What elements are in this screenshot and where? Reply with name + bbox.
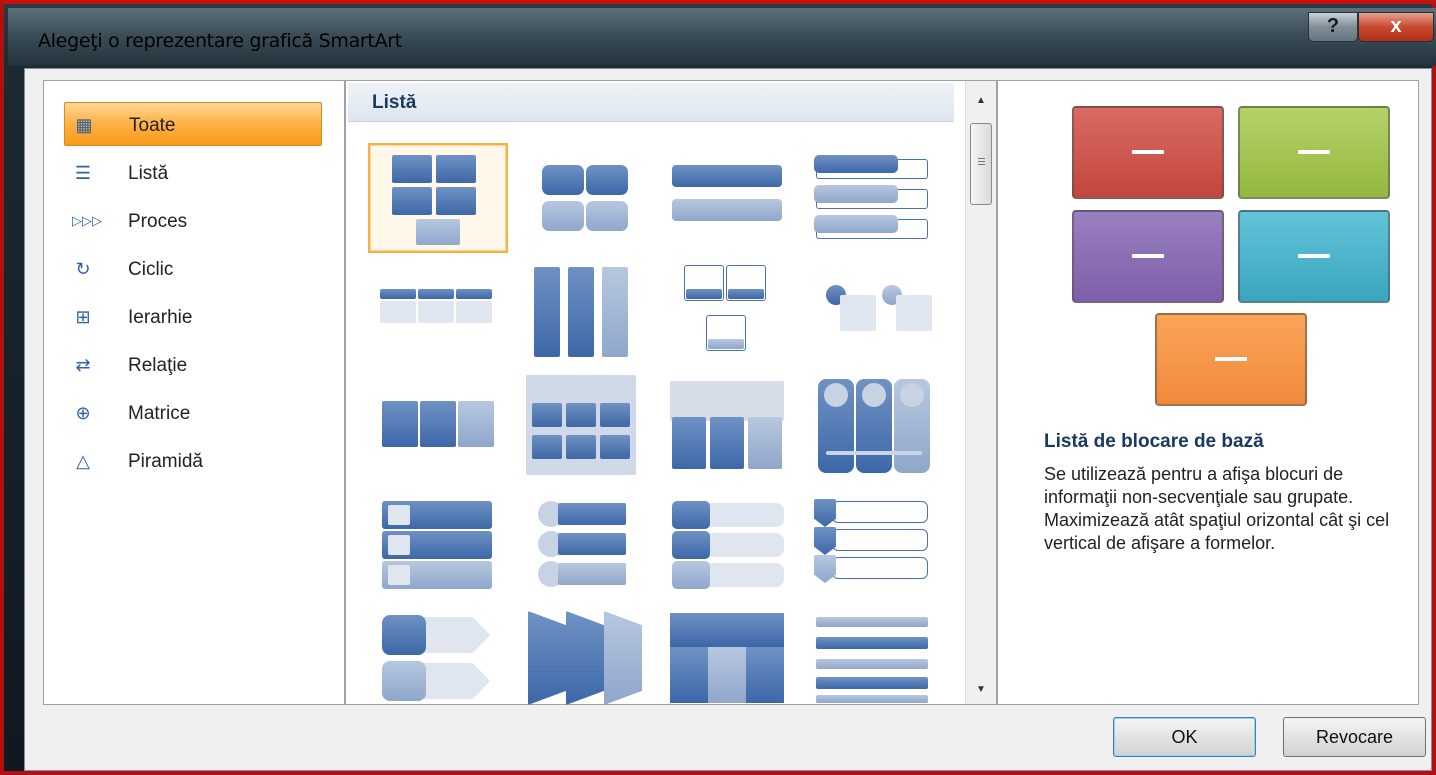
layout-thumbnail[interactable] bbox=[664, 375, 804, 485]
hierarchy-icon: ⊞ bbox=[75, 307, 91, 327]
layout-thumbnail[interactable] bbox=[812, 259, 952, 369]
layout-thumbnail[interactable] bbox=[516, 143, 656, 253]
category-list: ▦ Toate ☰ Listă ▷▷▷ Proces ↻ Ciclic ⊞ Ie… bbox=[43, 80, 345, 705]
layout-thumbnail[interactable] bbox=[664, 143, 804, 253]
category-label: Relaţie bbox=[128, 355, 188, 376]
category-item-matrice[interactable]: ⊕ Matrice bbox=[64, 391, 322, 435]
category-label: Piramidă bbox=[128, 451, 203, 472]
gallery-scrollbar[interactable]: ▲ ▼ bbox=[965, 81, 996, 704]
preview-block bbox=[1072, 210, 1224, 303]
cycle-icon: ↻ bbox=[75, 259, 91, 279]
list-icon: ☰ bbox=[74, 163, 92, 183]
relationship-icon: ⇄ bbox=[75, 355, 91, 375]
preview-block bbox=[1238, 210, 1390, 303]
preview-block bbox=[1238, 106, 1390, 199]
category-item-ciclic[interactable]: ↻ Ciclic bbox=[64, 247, 322, 291]
layout-thumbnail[interactable] bbox=[516, 375, 656, 485]
ok-button[interactable]: OK bbox=[1113, 717, 1256, 757]
category-item-piramida[interactable]: △ Piramidă bbox=[64, 439, 322, 483]
category-item-ierarhie[interactable]: ⊞ Ierarhie bbox=[64, 295, 322, 339]
preview-description: Se utilizează pentru a afişa blocuri de … bbox=[1044, 464, 1390, 553]
category-item-proces[interactable]: ▷▷▷ Proces bbox=[64, 199, 322, 243]
layout-thumbnail[interactable] bbox=[368, 607, 508, 717]
layout-gallery: Listă ▲ ▼ bbox=[345, 80, 997, 705]
pyramid-icon: △ bbox=[76, 451, 90, 471]
layout-thumbnail-basic-block-list[interactable] bbox=[368, 143, 508, 253]
preview-panel: Listă de blocare de bază Se utilizează p… bbox=[997, 80, 1419, 705]
layout-thumbnail[interactable] bbox=[516, 259, 656, 369]
layout-thumbnail[interactable] bbox=[368, 491, 508, 601]
layout-thumbnail[interactable] bbox=[664, 491, 804, 601]
process-icon: ▷▷▷ bbox=[72, 213, 102, 228]
matrix-icon: ⊕ bbox=[75, 403, 91, 423]
dialog-window: Alegeţi o reprezentare grafică SmartArt … bbox=[0, 0, 1436, 775]
layout-thumbnail[interactable] bbox=[664, 607, 804, 717]
layout-thumbnail[interactable] bbox=[812, 143, 952, 253]
category-label: Listă bbox=[128, 163, 169, 184]
preview-block bbox=[1072, 106, 1224, 199]
close-button[interactable]: x bbox=[1358, 12, 1434, 42]
preview-block bbox=[1155, 313, 1307, 406]
cancel-button[interactable]: Revocare bbox=[1283, 717, 1426, 757]
title-bar: Alegeţi o reprezentare grafică SmartArt … bbox=[8, 8, 1436, 66]
gallery-header: Listă bbox=[348, 83, 954, 122]
layout-thumbnail[interactable] bbox=[812, 491, 952, 601]
category-item-relatie[interactable]: ⇄ Relaţie bbox=[64, 343, 322, 387]
dialog-title: Alegeţi o reprezentare grafică SmartArt bbox=[38, 30, 402, 52]
category-label: Matrice bbox=[128, 403, 191, 424]
category-item-lista[interactable]: ☰ Listă bbox=[64, 151, 322, 195]
layout-thumbnail[interactable] bbox=[516, 491, 656, 601]
preview-title: Listă de blocare de bază bbox=[1044, 431, 1264, 452]
help-button[interactable]: ? bbox=[1308, 12, 1358, 42]
category-label: Toate bbox=[129, 115, 176, 136]
layout-thumbnail[interactable] bbox=[368, 259, 508, 369]
category-label: Ciclic bbox=[128, 259, 174, 280]
dialog-body: ▦ Toate ☰ Listă ▷▷▷ Proces ↻ Ciclic ⊞ Ie… bbox=[24, 68, 1432, 771]
scroll-down-icon[interactable]: ▼ bbox=[972, 682, 990, 698]
layout-thumbnail[interactable] bbox=[516, 607, 656, 717]
gallery-header-label: Listă bbox=[372, 92, 417, 113]
category-label: Ierarhie bbox=[128, 307, 193, 328]
layout-thumbnail[interactable] bbox=[664, 259, 804, 369]
layout-thumbnail[interactable] bbox=[368, 375, 508, 485]
category-label: Proces bbox=[128, 211, 188, 232]
scroll-up-icon[interactable]: ▲ bbox=[972, 93, 990, 109]
all-icon: ▦ bbox=[75, 115, 93, 135]
category-item-toate[interactable]: ▦ Toate bbox=[64, 102, 322, 146]
layout-thumbnail[interactable] bbox=[812, 375, 952, 485]
layout-thumbnail[interactable] bbox=[812, 607, 952, 717]
scrollbar-thumb[interactable] bbox=[970, 123, 992, 205]
